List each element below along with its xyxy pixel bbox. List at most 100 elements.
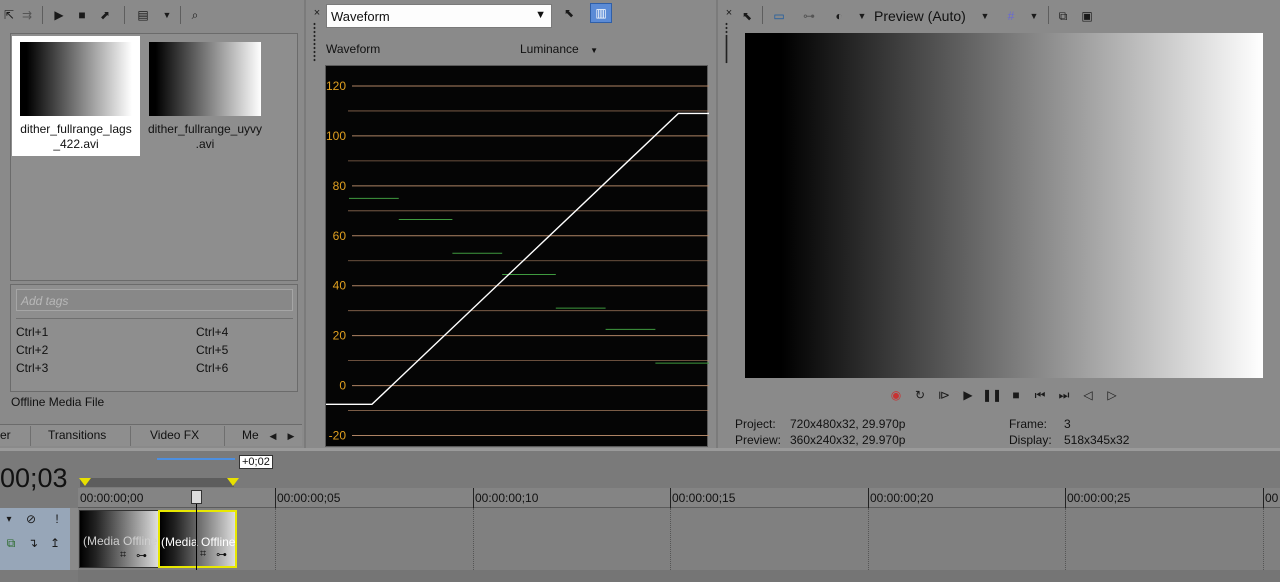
media-item[interactable]: dither_fullrange_uyvy .avi xyxy=(141,36,269,156)
tick-label: 80 xyxy=(333,179,347,193)
playhead-handle[interactable] xyxy=(191,490,202,504)
tab-separator xyxy=(130,426,131,446)
preview-properties-icon[interactable]: ⬉ xyxy=(738,7,756,25)
loop-region-bar[interactable] xyxy=(80,478,234,487)
views-icon[interactable]: ▤ xyxy=(134,6,152,24)
overlay-icon[interactable]: ◐ xyxy=(830,7,848,25)
close-icon[interactable]: × xyxy=(720,4,738,22)
auto-preview-icon[interactable]: ⬈ xyxy=(96,6,114,24)
grid-icon[interactable]: # xyxy=(1002,7,1020,25)
tag-shortcut[interactable]: Ctrl+1 xyxy=(16,325,48,339)
chevron-down-icon[interactable]: ▼ xyxy=(158,6,176,24)
track-header-divider xyxy=(70,508,78,570)
monitor-icon[interactable]: ▭ xyxy=(770,7,788,25)
tab-video-fx[interactable]: Video FX xyxy=(150,428,199,442)
fx-icon[interactable]: ⊶ xyxy=(216,548,227,561)
close-icon[interactable]: × xyxy=(308,4,326,22)
video-clip-selected[interactable]: (Media Offline) ⌗ ⊶ xyxy=(158,510,237,568)
chevron-down-icon[interactable]: ▼ xyxy=(976,7,994,25)
previous-frame-icon[interactable]: ◁ xyxy=(1079,386,1097,404)
crop-icon[interactable]: ⌗ xyxy=(200,548,206,561)
ruler-tick xyxy=(1065,488,1066,508)
tag-shortcut[interactable]: Ctrl+3 xyxy=(16,361,48,375)
track-motion-icon[interactable]: ▾ xyxy=(0,510,18,528)
tab-scroll-left-icon[interactable]: ◀ xyxy=(264,427,282,445)
import-icon[interactable]: ⇱ xyxy=(0,6,18,24)
ruler-label: 00:00:00;25 xyxy=(1067,491,1131,505)
loop-end-marker[interactable] xyxy=(227,478,239,486)
display-label: Display: xyxy=(1009,433,1052,447)
solo-icon[interactable]: ! xyxy=(48,510,66,528)
tab-media-generators[interactable]: Me xyxy=(242,428,259,442)
project-label: Project: xyxy=(735,417,776,431)
compositing-icon[interactable]: ⧉ xyxy=(2,534,20,552)
waveform-chart: 120 100 80 60 40 20 0 -20 xyxy=(326,79,709,443)
copy-snapshot-icon[interactable]: ⧉ xyxy=(1054,7,1072,25)
video-clip[interactable]: (Media Offline) ⌗ ⊶ xyxy=(79,510,159,568)
scope-mode-select[interactable]: Luminance ▼ xyxy=(520,42,598,56)
panel-grip[interactable] xyxy=(725,36,728,64)
grid-line xyxy=(868,508,869,570)
tick-label: 40 xyxy=(333,279,347,293)
scope-mode-value: Luminance xyxy=(520,42,579,56)
search-icon[interactable]: ⌕ xyxy=(186,6,204,24)
record-icon[interactable]: ◉ xyxy=(887,386,905,404)
ruler-tick xyxy=(1263,488,1264,508)
timeline-splitter[interactable] xyxy=(0,448,1280,451)
update-scope-icon[interactable]: ⬉ xyxy=(560,4,578,22)
track-scrollbar[interactable] xyxy=(78,570,1280,582)
tab-separator xyxy=(224,426,225,446)
split-screen-icon[interactable]: ⊶ xyxy=(800,7,818,25)
frame-label: Frame: xyxy=(1009,417,1048,431)
media-item[interactable]: dither_fullrange_lags _422.avi xyxy=(12,36,140,156)
pause-icon[interactable]: ❚❚ xyxy=(982,386,1002,404)
stop-icon[interactable]: ■ xyxy=(73,6,91,24)
tag-shortcut[interactable]: Ctrl+6 xyxy=(196,361,228,375)
media-item-name-line1: dither_fullrange_uyvy xyxy=(147,122,263,136)
ruler-tick xyxy=(868,488,869,508)
preview-quality-select[interactable]: Preview (Auto) xyxy=(874,8,966,24)
tags-input[interactable]: Add tags xyxy=(16,289,293,311)
play-icon[interactable]: ▶ xyxy=(959,386,977,404)
make-compositing-parent-icon[interactable]: ↥ xyxy=(46,534,64,552)
media-item-name-line2: .avi xyxy=(195,137,215,151)
mute-icon[interactable]: ⊘ xyxy=(22,510,40,528)
preview-label: Preview: xyxy=(735,433,782,447)
tab-explorer[interactable]: er xyxy=(0,428,11,442)
chevron-down-icon[interactable]: ▼ xyxy=(1025,7,1043,25)
crop-icon[interactable]: ⌗ xyxy=(120,549,126,562)
fx-icon[interactable]: ⊶ xyxy=(136,549,147,562)
video-track[interactable] xyxy=(78,508,1280,570)
toolbar-separator xyxy=(1048,6,1049,24)
tab-transitions[interactable]: Transitions xyxy=(48,428,106,442)
tag-shortcut[interactable]: Ctrl+2 xyxy=(16,343,48,357)
make-compositing-child-icon[interactable]: ↴ xyxy=(24,534,42,552)
next-frame-icon[interactable]: ▷ xyxy=(1103,386,1121,404)
time-ruler[interactable]: 00:00:00;00 00:00:00;05 00:00:00;10 00:0… xyxy=(78,488,1280,508)
scope-type-select[interactable]: Waveform ▼ xyxy=(326,4,552,28)
tag-shortcut[interactable]: Ctrl+4 xyxy=(196,325,228,339)
go-to-end-icon[interactable]: ⏭ xyxy=(1055,386,1073,404)
track-header[interactable]: ▾ ⊘ ! ⧉ ↴ ↥ xyxy=(0,508,70,570)
loop-icon[interactable]: ↻ xyxy=(911,386,929,404)
chevron-down-icon[interactable]: ▼ xyxy=(853,7,871,25)
capture-icon[interactable]: ⇉ xyxy=(18,6,36,24)
offset-badge: +0;02 xyxy=(239,455,273,469)
chevron-down-icon: ▼ xyxy=(590,46,598,55)
ruler-label: 00:00:00;15 xyxy=(672,491,736,505)
media-list[interactable]: dither_fullrange_lags _422.avi dither_fu… xyxy=(10,33,298,281)
video-preview xyxy=(745,33,1263,378)
tick-label: 20 xyxy=(333,329,347,343)
panel-grip[interactable] xyxy=(313,22,316,62)
play-from-start-icon[interactable]: ⧐ xyxy=(935,386,953,404)
media-item-name-line2: _422.avi xyxy=(53,137,99,151)
preview-value: 360x240x32, 29.970p xyxy=(790,433,906,447)
save-snapshot-icon[interactable]: ▣ xyxy=(1078,7,1096,25)
tag-shortcut[interactable]: Ctrl+5 xyxy=(196,343,228,357)
loop-start-marker[interactable] xyxy=(79,478,91,486)
scope-toggle-icon[interactable]: ▥ xyxy=(590,3,612,23)
go-to-start-icon[interactable]: ⏮ xyxy=(1031,386,1049,404)
play-icon[interactable]: ▶ xyxy=(50,6,68,24)
stop-icon[interactable]: ■ xyxy=(1007,386,1025,404)
tab-scroll-right-icon[interactable]: ▶ xyxy=(282,427,300,445)
